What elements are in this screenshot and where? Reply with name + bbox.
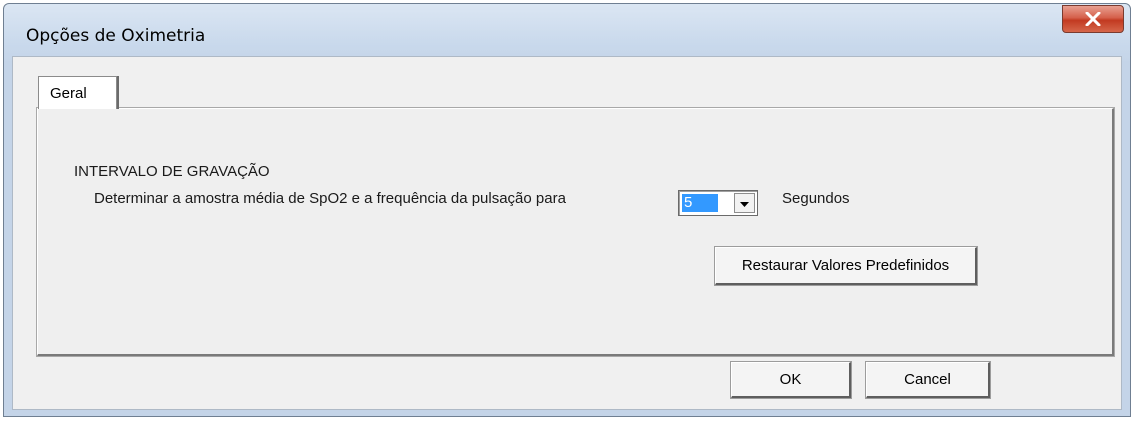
interval-description: Determinar a amostra média de SpO2 e a f… (94, 190, 566, 207)
restore-defaults-button[interactable]: Restaurar Valores Predefinidos (714, 246, 978, 286)
tab-geral[interactable]: Geral (38, 76, 117, 109)
chevron-down-icon (740, 194, 749, 212)
close-button[interactable] (1062, 5, 1124, 33)
dialog-window: Opções de Oximetria Geral INTERVALO DE G… (3, 3, 1131, 417)
dropdown-button[interactable] (734, 193, 755, 213)
dialog-body: Geral INTERVALO DE GRAVAÇÃO Determinar a… (12, 56, 1122, 410)
section-heading: INTERVALO DE GRAVAÇÃO (74, 163, 270, 180)
window-title: Opções de Oximetria (26, 26, 206, 46)
interval-select[interactable]: 5 (678, 190, 758, 216)
interval-value: 5 (682, 194, 718, 212)
title-bar[interactable]: Opções de Oximetria (4, 4, 1130, 56)
tab-label: Geral (50, 85, 87, 102)
interval-unit: Segundos (782, 190, 850, 207)
close-icon (1085, 12, 1101, 26)
ok-button[interactable]: OK (730, 361, 852, 399)
cancel-button[interactable]: Cancel (865, 361, 991, 399)
tab-panel-geral: INTERVALO DE GRAVAÇÃO Determinar a amost… (36, 107, 1115, 357)
